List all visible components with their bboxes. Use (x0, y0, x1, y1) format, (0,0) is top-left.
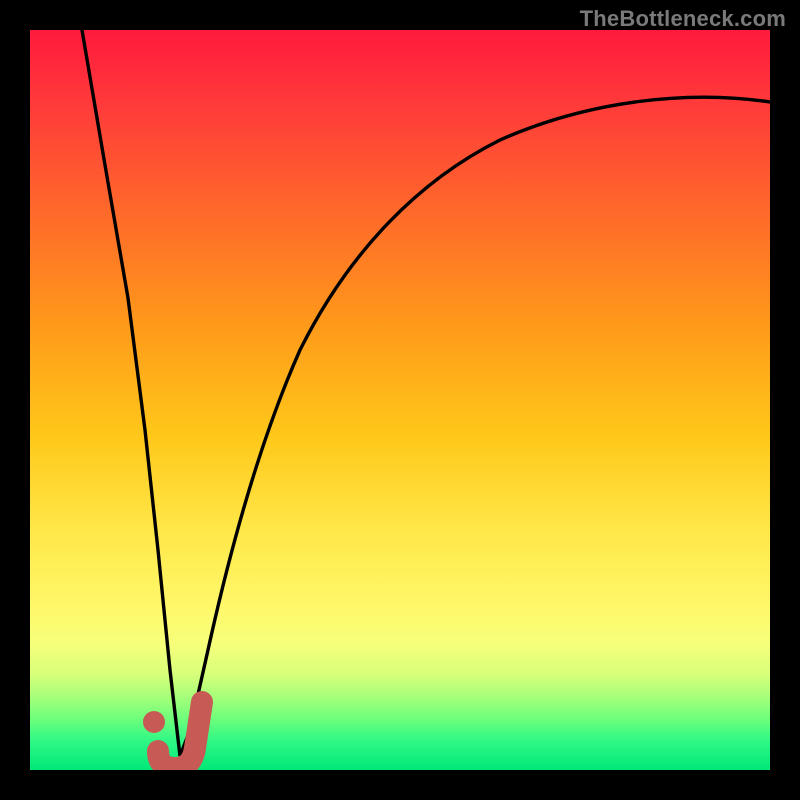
watermark-text: TheBottleneck.com (580, 6, 786, 32)
marker-dot (143, 711, 165, 733)
marker-hook (158, 702, 202, 768)
frame: TheBottleneck.com (0, 0, 800, 800)
curve-layer (30, 30, 770, 770)
plot-area (30, 30, 770, 770)
bottleneck-curve (82, 30, 770, 756)
